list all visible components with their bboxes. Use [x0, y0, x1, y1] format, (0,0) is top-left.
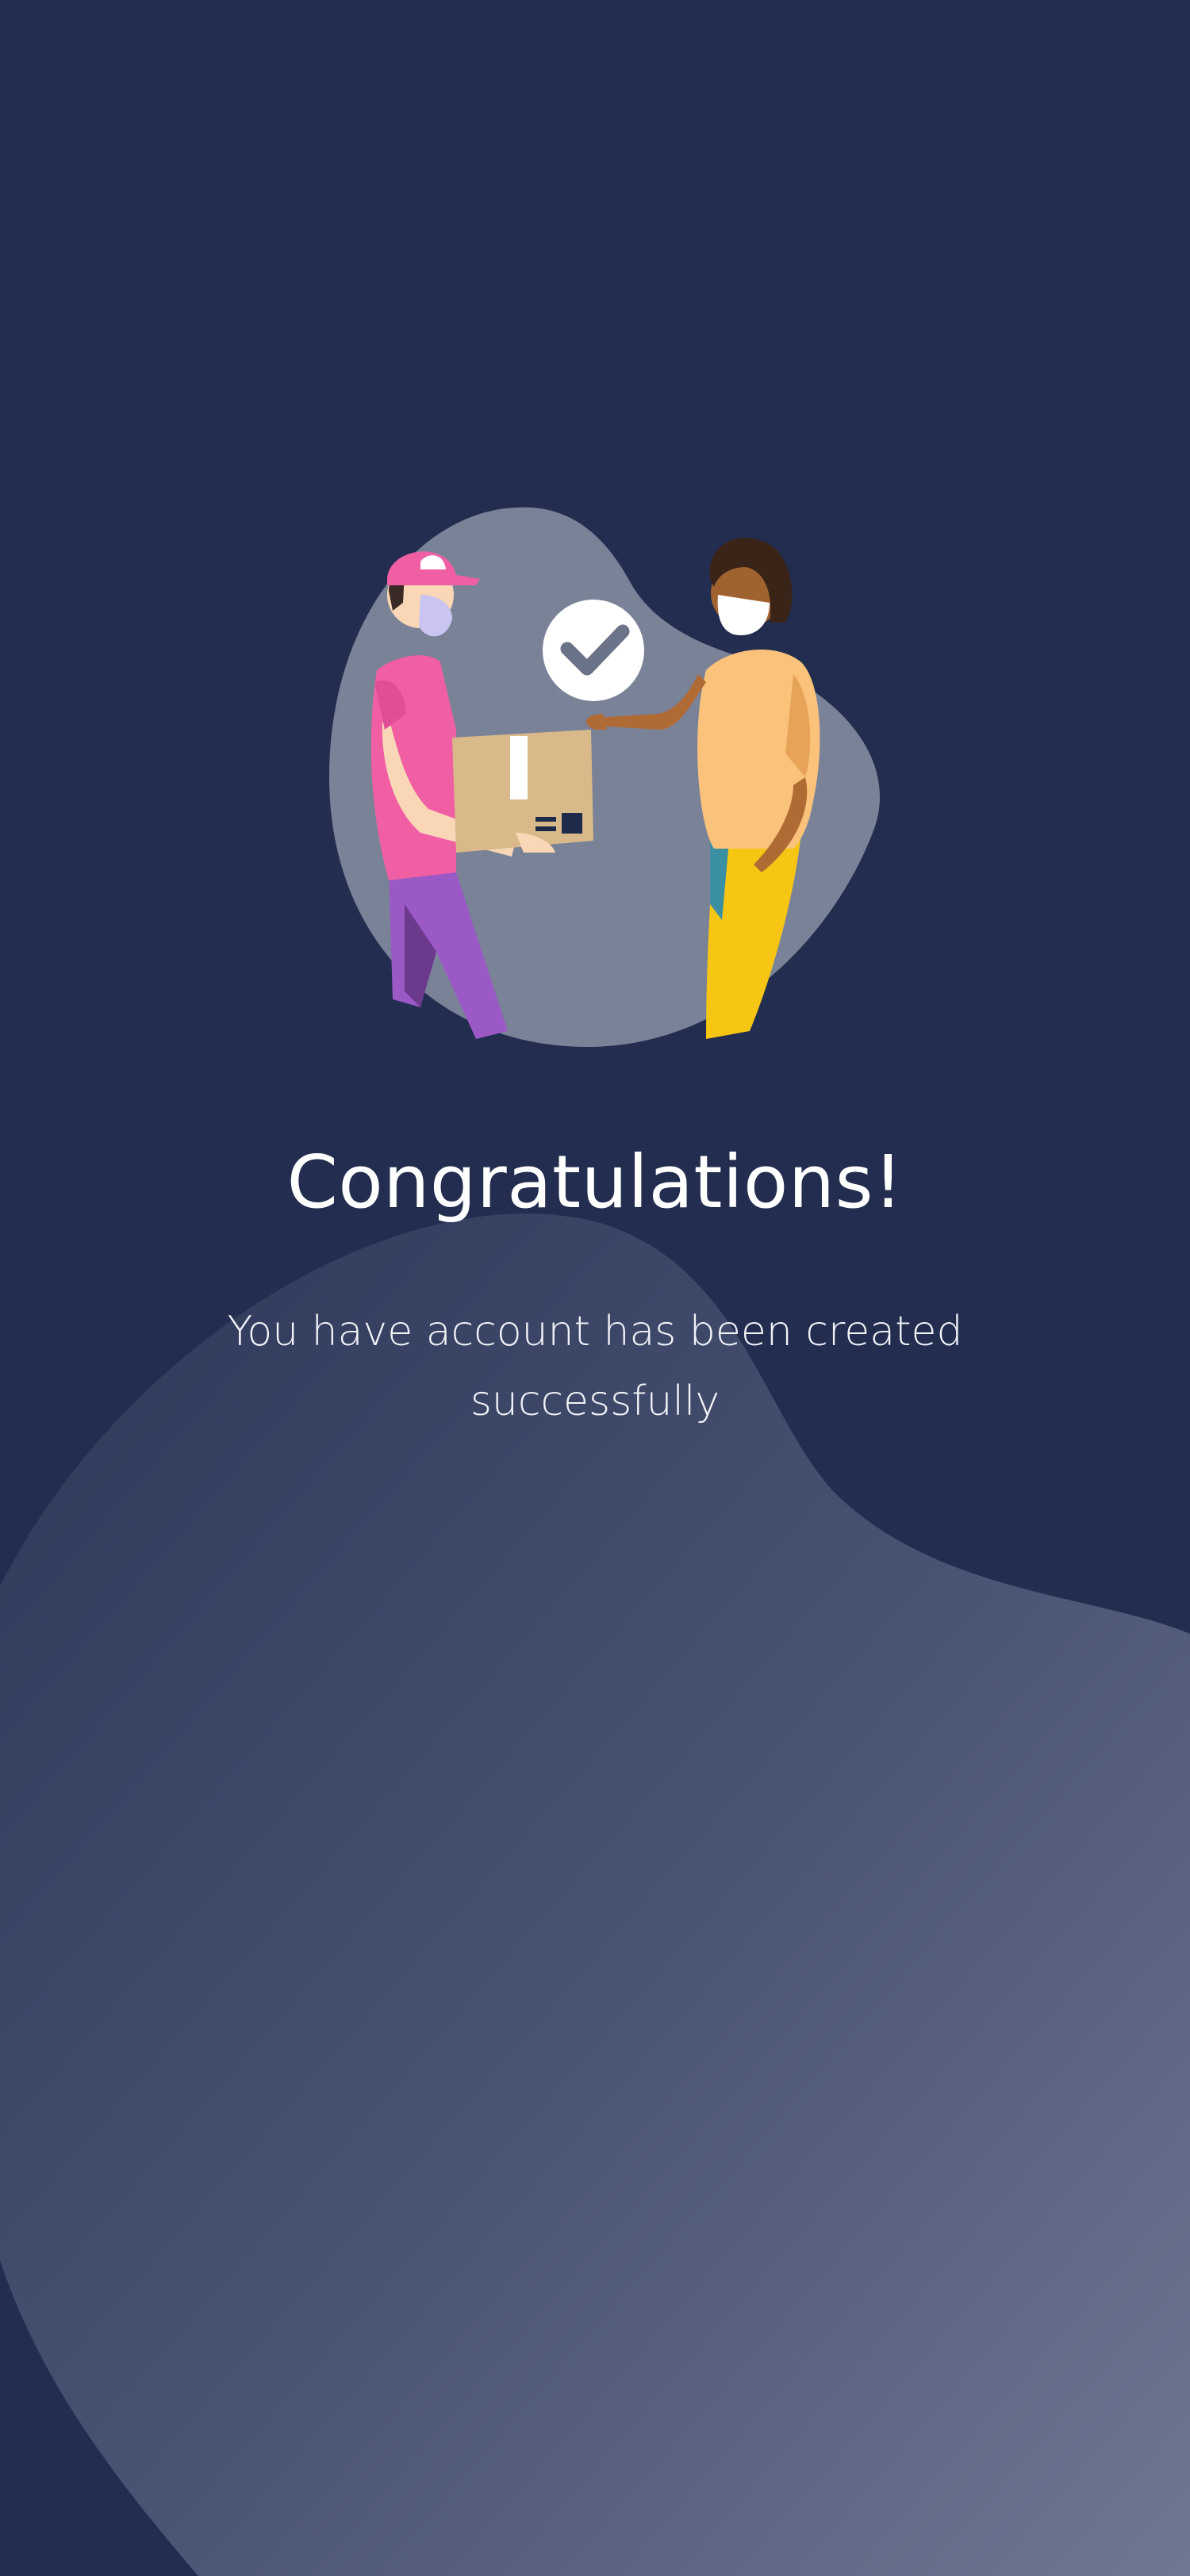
package-icon — [452, 730, 593, 853]
success-screen: Congratulations! You have account has be… — [0, 0, 1190, 2576]
background-wave — [0, 1213, 1190, 2576]
checkmark-icon — [543, 600, 644, 701]
success-illustration — [329, 507, 881, 1047]
page-title: Congratulations! — [286, 1140, 904, 1225]
success-message: You have account has been created succes… — [227, 1308, 963, 1426]
